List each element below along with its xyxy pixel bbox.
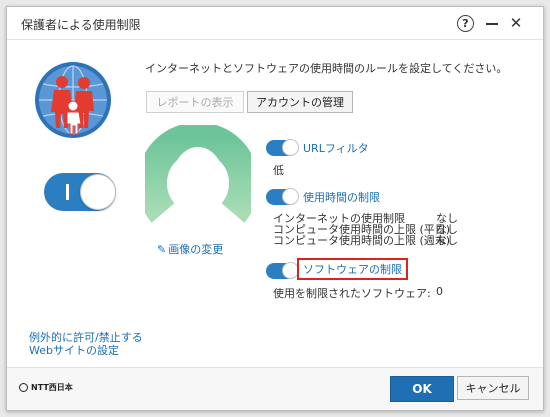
user-avatar[interactable] — [145, 125, 251, 225]
url-filter-toggle[interactable] — [266, 139, 299, 156]
window-title: 保護者による使用制限 — [21, 18, 141, 32]
time-limit-toggle[interactable] — [266, 188, 299, 205]
ntt-logo-icon — [19, 383, 28, 392]
website-exception-line2: Webサイトの設定 — [29, 344, 119, 357]
parental-control-toggle[interactable] — [44, 173, 116, 211]
toggle-knob — [80, 174, 116, 210]
time-limit-link[interactable]: 使用時間の制限 — [303, 189, 380, 205]
restricted-software-label: 使用を制限されたソフトウェア: — [273, 287, 431, 300]
close-icon[interactable]: ✕ — [507, 14, 525, 32]
change-image-label: 画像の変更 — [168, 243, 224, 256]
change-image-link[interactable]: ✎ 画像の変更 — [157, 241, 223, 257]
toggle-knob — [282, 188, 299, 205]
brand-text: NTT西日本 — [31, 383, 73, 392]
pencil-icon: ✎ — [157, 243, 167, 256]
ntt-west-logo: NTT西日本 — [19, 382, 73, 393]
website-exception-link[interactable]: 例外的に許可/禁止する Webサイトの設定 — [29, 331, 149, 357]
manage-account-button[interactable]: アカウントの管理 — [247, 91, 353, 113]
help-icon[interactable]: ? — [457, 15, 474, 32]
url-filter-link[interactable]: URLフィルタ — [303, 140, 369, 156]
toggle-on-indicator — [66, 184, 69, 200]
weekend-limit-value: なし — [436, 234, 458, 247]
family-globe-icon — [35, 62, 111, 138]
minimize-icon[interactable] — [483, 14, 501, 32]
parental-controls-window: 保護者による使用制限 ? ✕ インターネットとソフトウェアの使用時間のルールを設… — [6, 6, 544, 411]
weekend-limit-label: コンピュータ使用時間の上限 (週末) — [273, 234, 451, 247]
toggle-knob — [282, 139, 299, 156]
intro-text: インターネットとソフトウェアの使用時間のルールを設定してください。 — [145, 62, 508, 75]
title-bar: 保護者による使用制限 ? ✕ — [7, 7, 543, 40]
restricted-software-count: 0 — [436, 285, 443, 298]
website-exception-line1: 例外的に許可/禁止する — [29, 331, 143, 344]
software-limit-link[interactable]: ソフトウェアの制限 — [297, 258, 408, 280]
url-filter-level: 低 — [273, 164, 284, 177]
footer: NTT西日本 OK キャンセル — [7, 367, 543, 410]
software-limit-toggle[interactable] — [266, 262, 299, 279]
cancel-button[interactable]: キャンセル — [457, 376, 529, 400]
ok-button[interactable]: OK — [390, 376, 454, 402]
view-report-button[interactable]: レポートの表示 — [146, 91, 244, 113]
